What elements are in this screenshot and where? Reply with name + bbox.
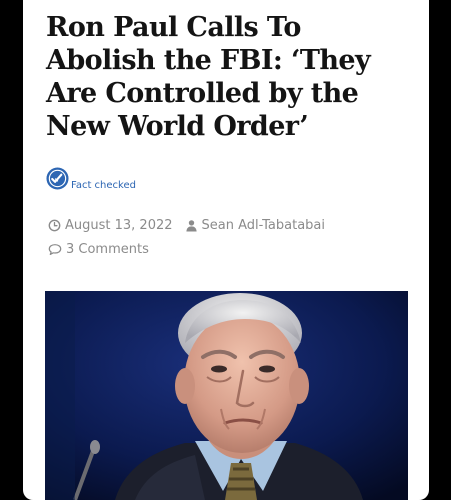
comments-link: 3 Comments: [66, 242, 149, 257]
author-link[interactable]: Sean Adl-Tabatabai: [202, 218, 325, 233]
comment-bubble-icon: [48, 244, 62, 256]
user-icon: [185, 220, 197, 232]
publish-date[interactable]: August 13, 2022: [65, 218, 173, 233]
article-photo[interactable]: [45, 291, 408, 500]
fact-check-badge[interactable]: Fact checked: [46, 164, 136, 192]
article-title[interactable]: Ron Paul Calls To Abolish the FBI: ‘They…: [46, 11, 416, 143]
check-badge-icon: [46, 166, 69, 190]
clock-icon: [48, 219, 61, 232]
article-meta: August 13, 2022 Sean Adl-Tabatabai: [48, 218, 325, 233]
article-comments[interactable]: 3 Comments: [48, 242, 149, 257]
portrait-image: [45, 291, 408, 500]
article-card: Ron Paul Calls To Abolish the FBI: ‘They…: [23, 0, 429, 500]
fact-check-label: Fact checked: [71, 179, 136, 191]
